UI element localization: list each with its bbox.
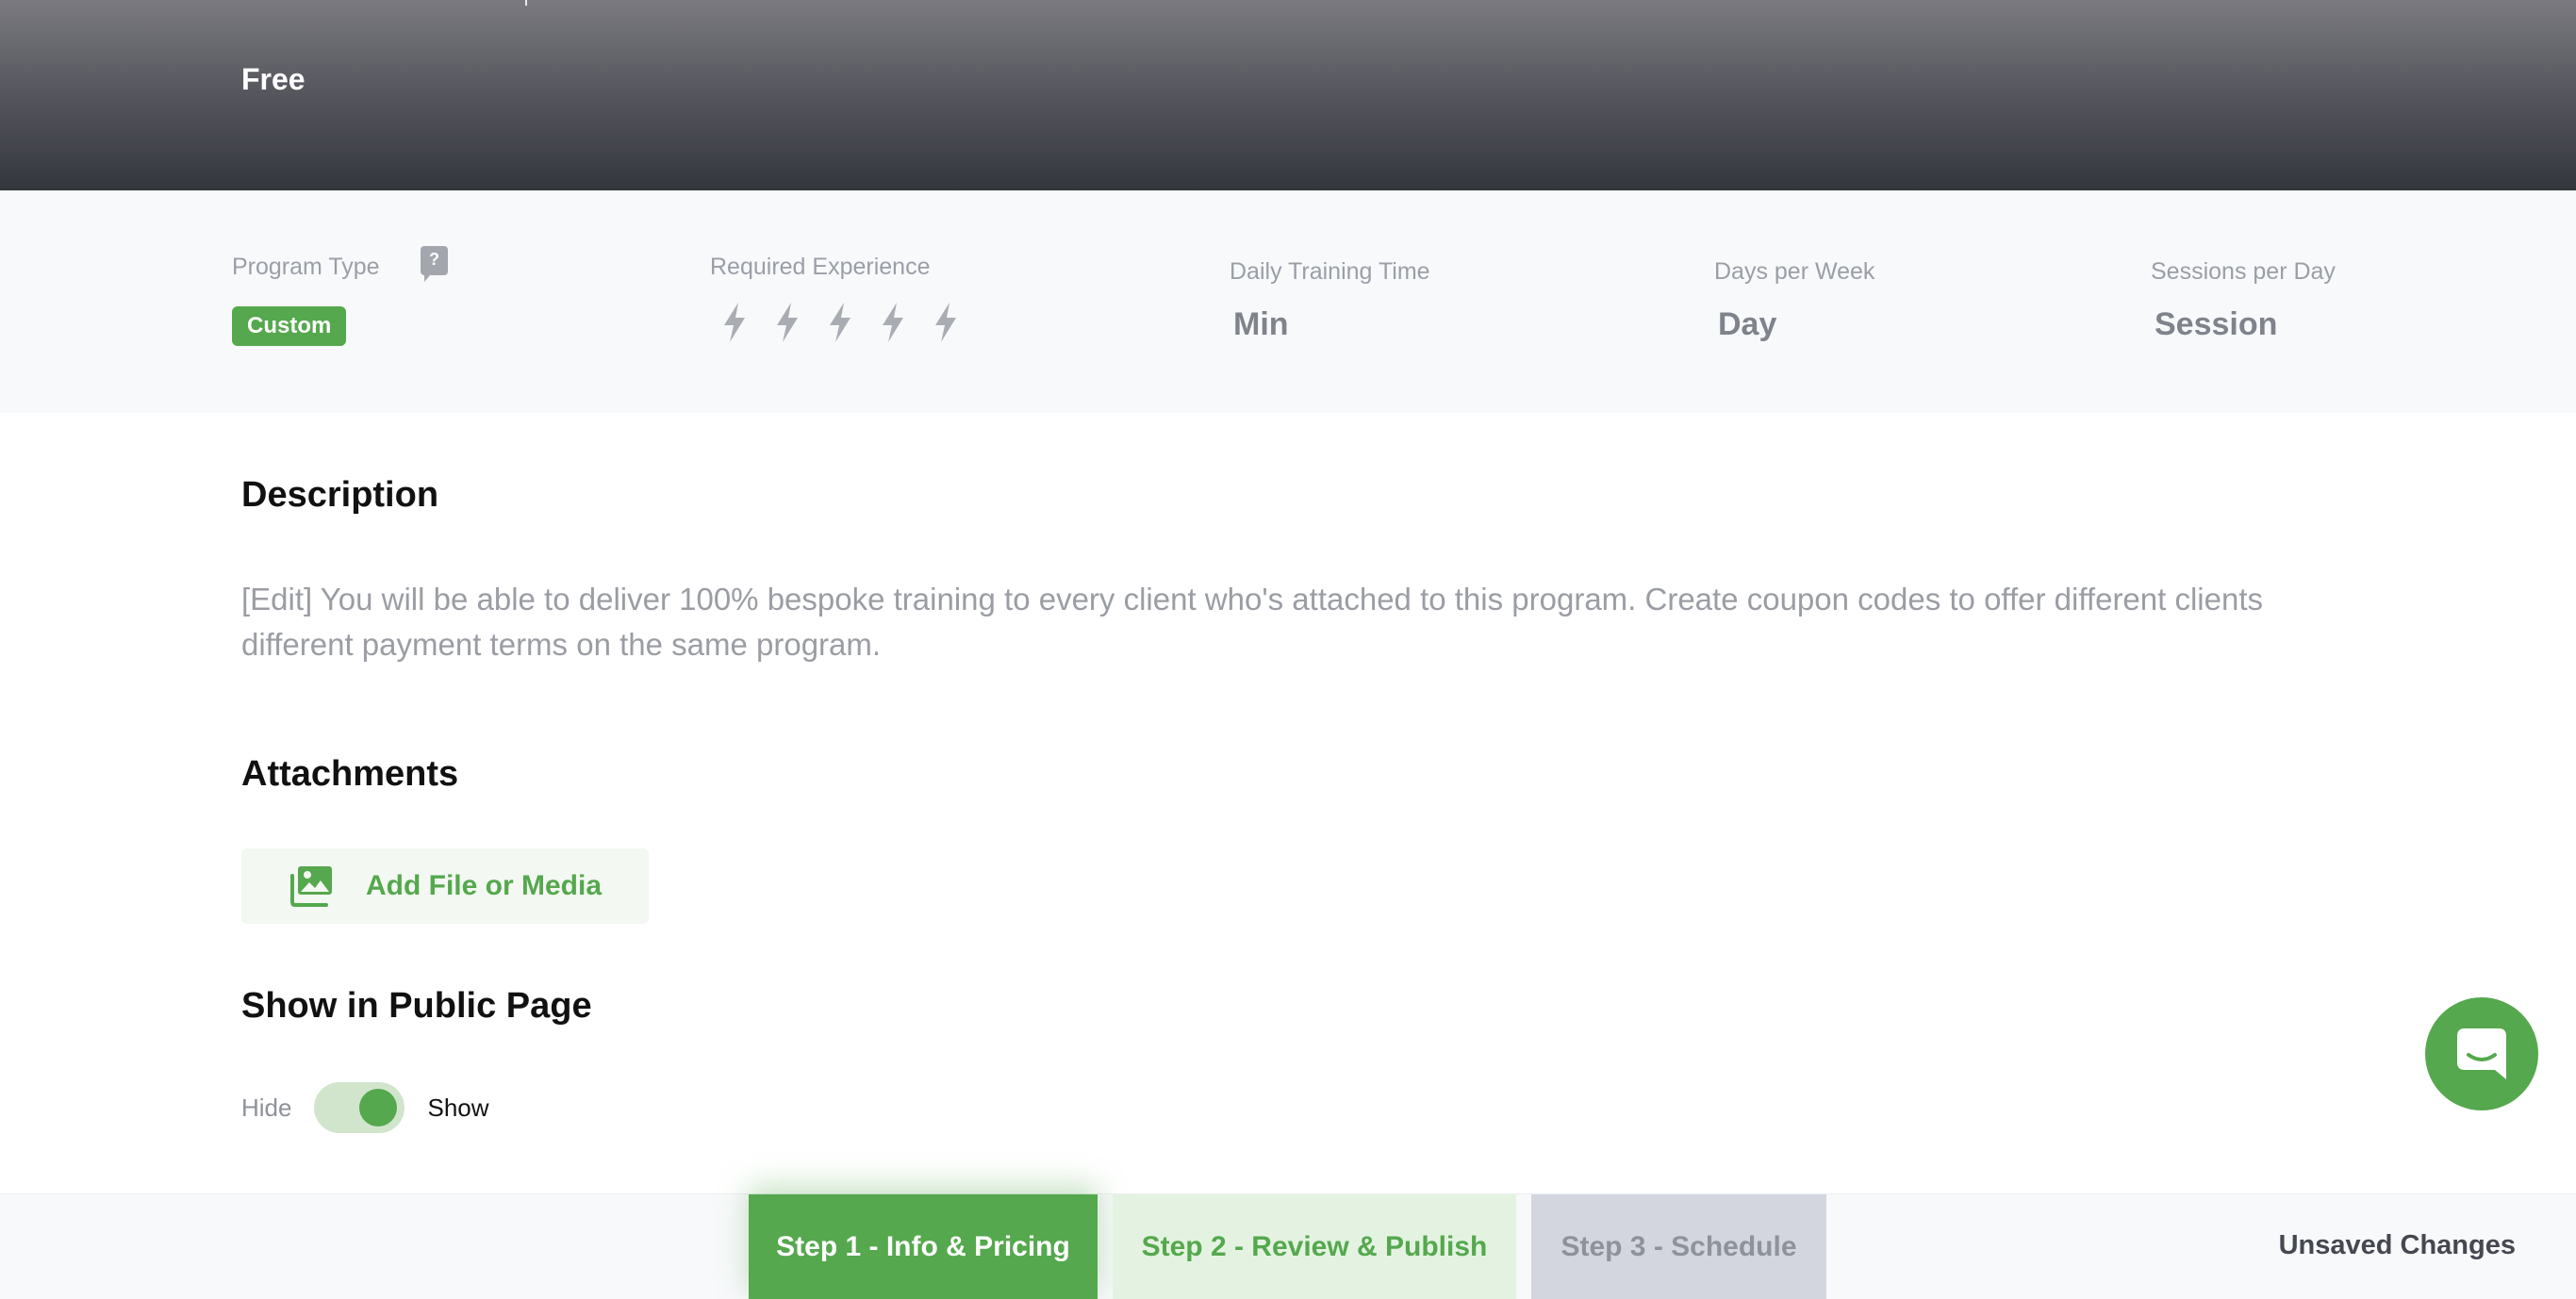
lightning-bolt-icon[interactable]	[931, 301, 961, 344]
public-page-heading: Show in Public Page	[241, 986, 592, 1026]
step-navigation-bar: Step 1 - Info & Pricing Step 2 - Review …	[0, 1193, 2576, 1299]
sessions-per-day-value[interactable]: Session	[2155, 306, 2336, 343]
image-stack-icon	[290, 866, 332, 907]
program-type-label: Program Type	[232, 254, 380, 280]
text-caret	[525, 0, 527, 6]
step-3-schedule-button[interactable]: Step 3 - Schedule	[1531, 1194, 1826, 1299]
days-per-week-stat: Days per Week Day	[1714, 258, 1874, 343]
lightning-bolt-icon[interactable]	[719, 301, 750, 344]
days-per-week-label: Days per Week	[1714, 258, 1875, 285]
toggle-knob	[359, 1089, 398, 1126]
program-type-stat: Program Type ? Custom	[232, 246, 448, 346]
sessions-per-day-stat: Sessions per Day Session	[2151, 258, 2336, 343]
lightning-bolt-icon[interactable]	[772, 301, 802, 344]
toggle-show-label: Show	[427, 1093, 489, 1122]
description-text[interactable]: [Edit] You will be able to deliver 100% …	[241, 577, 2269, 667]
program-header: Free	[0, 0, 2576, 190]
lightning-bolt-icon[interactable]	[878, 301, 908, 344]
daily-training-time-value[interactable]: Min	[1233, 306, 1430, 343]
chat-button[interactable]	[2425, 997, 2538, 1110]
question-icon[interactable]: ?	[421, 246, 448, 282]
days-per-week-value[interactable]: Day	[1718, 306, 1874, 343]
toggle-hide-label: Hide	[241, 1093, 292, 1122]
add-file-or-media-button[interactable]: Add File or Media	[241, 848, 649, 924]
step-2-review-publish-button[interactable]: Step 2 - Review & Publish	[1113, 1194, 1516, 1299]
sessions-per-day-label: Sessions per Day	[2151, 258, 2336, 285]
required-experience-label: Required Experience	[710, 254, 931, 280]
public-page-toggle-row: Hide Show	[241, 1082, 489, 1133]
program-stats-bar: Program Type ? Custom Required Experienc…	[0, 190, 2576, 413]
required-experience-stat: Required Experience	[710, 254, 956, 342]
public-page-toggle[interactable]	[314, 1082, 405, 1133]
experience-rating[interactable]	[719, 301, 961, 344]
daily-training-time-label: Daily Training Time	[1230, 258, 1430, 285]
program-price[interactable]: Free	[241, 62, 305, 97]
lightning-bolt-icon[interactable]	[825, 301, 855, 344]
daily-training-time-stat: Daily Training Time Min	[1230, 258, 1430, 343]
save-status: Unsaved Changes	[2278, 1230, 2516, 1260]
chat-bubble-icon	[2457, 1028, 2506, 1079]
program-type-badge[interactable]: Custom	[232, 306, 347, 346]
add-file-or-media-label: Add File or Media	[366, 870, 603, 901]
attachments-heading: Attachments	[241, 754, 459, 794]
step-1-info-pricing-button[interactable]: Step 1 - Info & Pricing	[749, 1194, 1098, 1299]
description-heading: Description	[241, 475, 439, 515]
